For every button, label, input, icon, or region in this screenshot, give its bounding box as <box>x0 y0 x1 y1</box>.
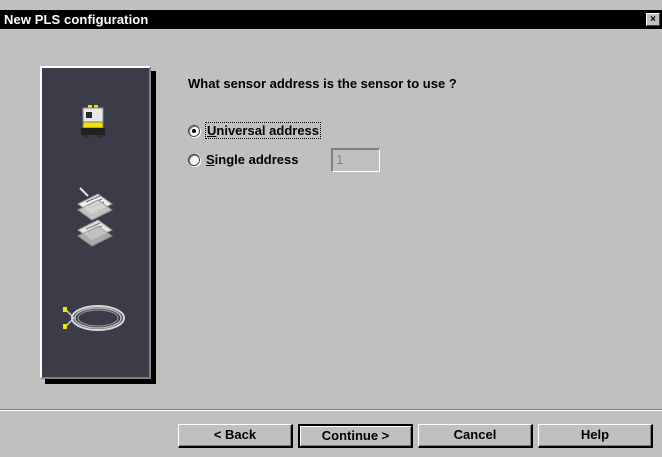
side-panel <box>40 66 151 379</box>
single-address-radio[interactable] <box>188 153 200 166</box>
universal-address-radio[interactable] <box>188 124 200 137</box>
document-stack-icon <box>77 187 113 247</box>
window-title: New PLS configuration <box>4 12 149 27</box>
dialog-window: New PLS configuration × What sensor addr… <box>0 10 662 457</box>
single-address-label-rest: ingle address <box>214 152 299 167</box>
title-bar[interactable]: New PLS configuration × <box>0 10 662 29</box>
single-address-input[interactable]: 1 <box>331 148 380 172</box>
close-button[interactable]: × <box>646 13 660 26</box>
button-separator <box>0 409 662 411</box>
back-button[interactable]: < Back <box>178 424 293 448</box>
universal-address-option[interactable]: Universal address <box>188 122 322 139</box>
continue-button[interactable]: Continue > <box>298 424 413 448</box>
address-question: What sensor address is the sensor to use… <box>188 76 457 91</box>
universal-address-accel: U <box>207 123 217 138</box>
cancel-button[interactable]: Cancel <box>418 424 533 448</box>
close-icon: × <box>650 14 656 25</box>
universal-address-label[interactable]: Universal address <box>205 122 322 139</box>
universal-address-label-rest: niversal address <box>216 123 320 138</box>
single-address-accel: S <box>206 152 215 167</box>
help-button[interactable]: Help <box>538 424 653 448</box>
single-address-option[interactable]: Single address <box>188 152 299 167</box>
cable-coil-icon <box>63 305 125 331</box>
single-address-label[interactable]: Single address <box>205 152 299 167</box>
sensor-device-icon <box>81 105 105 138</box>
